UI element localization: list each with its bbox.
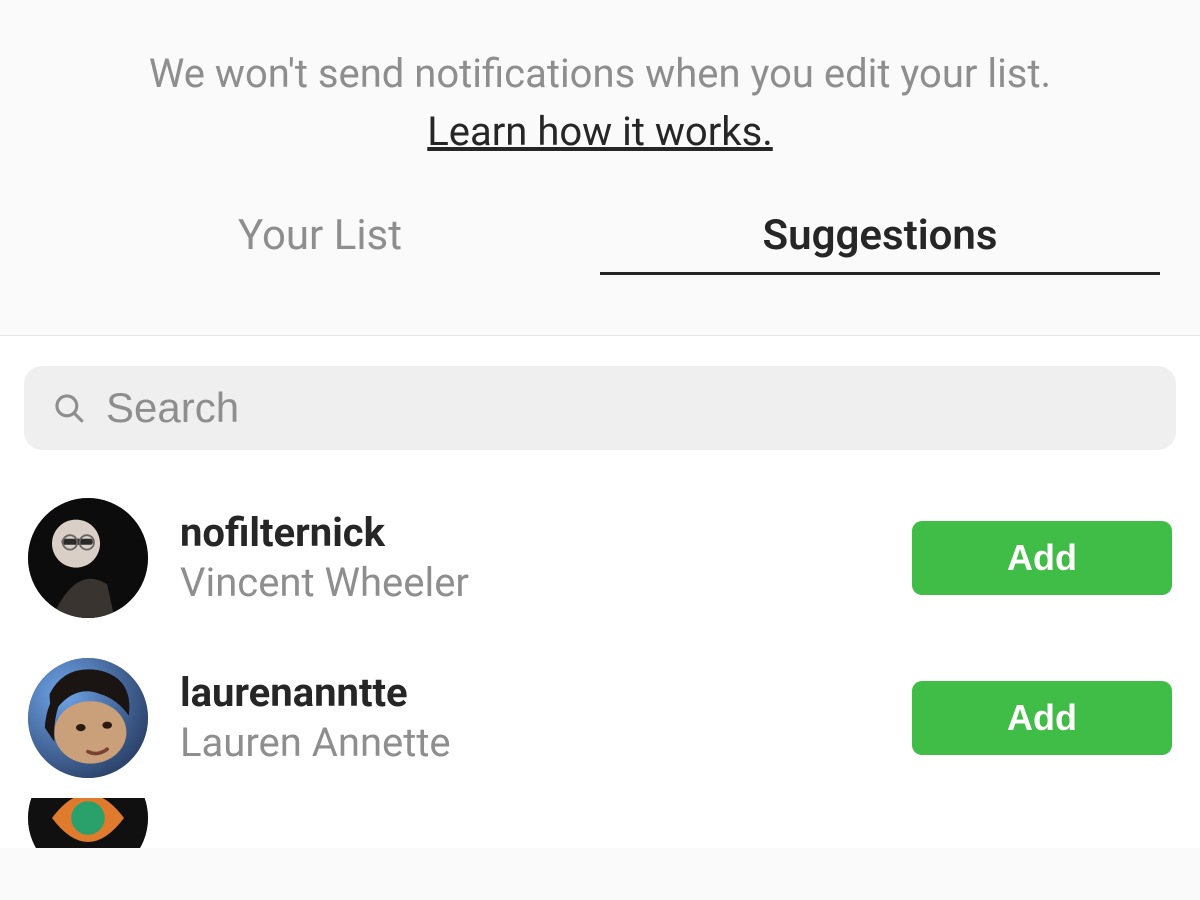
add-button[interactable]: Add <box>912 681 1172 755</box>
suggestions-list: nofilternick Vincent Wheeler Add <box>24 478 1176 848</box>
list-item: laurenanntte Lauren Annette Add <box>24 638 1176 798</box>
names: nofilternick Vincent Wheeler <box>180 508 912 608</box>
list-item <box>24 798 1176 848</box>
tab-your-list[interactable]: Your List <box>40 211 600 275</box>
info-text: We won't send notifications when you edi… <box>40 44 1160 104</box>
content: nofilternick Vincent Wheeler Add <box>0 336 1200 848</box>
avatar[interactable] <box>28 798 148 848</box>
header: We won't send notifications when you edi… <box>0 0 1200 336</box>
learn-how-link[interactable]: Learn how it works. <box>427 108 773 155</box>
avatar[interactable] <box>28 658 148 778</box>
search-bar[interactable] <box>24 366 1176 450</box>
add-button[interactable]: Add <box>912 521 1172 595</box>
search-input[interactable] <box>106 384 1148 432</box>
search-icon <box>52 391 86 425</box>
display-name: Vincent Wheeler <box>180 558 912 608</box>
avatar[interactable] <box>28 498 148 618</box>
username: nofilternick <box>180 508 912 558</box>
names: laurenanntte Lauren Annette <box>180 668 912 768</box>
tab-suggestions[interactable]: Suggestions <box>600 211 1160 275</box>
display-name: Lauren Annette <box>180 718 912 768</box>
tabs: Your List Suggestions <box>40 211 1160 275</box>
list-item: nofilternick Vincent Wheeler Add <box>24 478 1176 638</box>
username: laurenanntte <box>180 668 912 718</box>
